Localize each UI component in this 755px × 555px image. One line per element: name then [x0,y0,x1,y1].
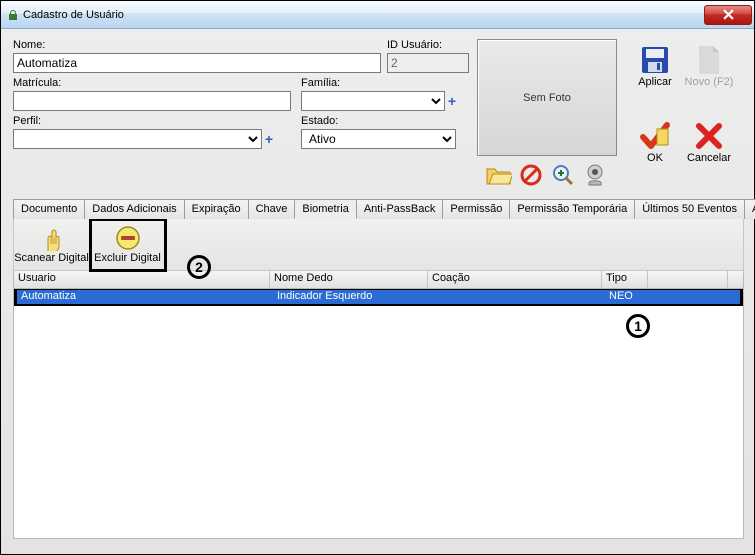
familia-add-icon[interactable]: + [448,93,456,111]
save-icon [639,44,671,76]
tab-documento[interactable]: Documento [13,199,85,219]
cancelar-label: Cancelar [687,152,731,164]
tab-biometria[interactable]: Biometria [294,199,356,219]
novo-label: Novo (F2) [685,76,734,88]
matricula-label: Matrícula: [13,77,291,89]
tab-permiss-o[interactable]: Permissão [442,199,510,219]
ok-icon [639,120,671,152]
right-buttons: Aplicar Novo (F2) OK [629,39,739,188]
novo-button[interactable]: Novo (F2) [683,39,735,93]
finger-scan-icon [39,225,65,251]
delete-label: Excluir Digital [94,252,161,264]
id-label: ID Usuário: [387,39,469,51]
tab-chave[interactable]: Chave [248,199,296,219]
content-area: Nome: ID Usuário: Matrícula: Família: [1,29,754,554]
id-field [387,53,469,73]
photo-area: Sem Foto [477,39,617,188]
table-row[interactable]: AutomatizaIndicador EsquerdoNEO [14,289,743,306]
scan-fingerprint-button[interactable]: Scanear Digital [14,219,90,271]
close-button[interactable] [704,5,752,25]
clear-photo-button[interactable] [517,162,545,188]
grid-header-cell[interactable]: Coação [428,271,602,288]
titlebar: Cadastro de Usuário [1,1,754,29]
tab-anti-passback[interactable]: Anti-PassBack [356,199,444,219]
webcam-button[interactable] [581,162,609,188]
aplicar-button[interactable]: Aplicar [629,39,681,93]
grid-header-cell[interactable]: Usuario [14,271,270,288]
tabs: DocumentoDados AdicionaisExpiraçãoChaveB… [13,198,744,219]
photo-tools [477,162,617,188]
grid-header: UsuarioNome DedoCoaçãoTipo [13,271,744,289]
tab-dados-adicionais[interactable]: Dados Adicionais [84,199,184,219]
tab-permiss-o-tempor-ria[interactable]: Permissão Temporária [509,199,635,219]
cancelar-button[interactable]: Cancelar [683,115,735,169]
minus-circle-icon [115,225,141,251]
estado-label: Estado: [301,115,456,127]
ok-label: OK [647,152,663,164]
photo-placeholder: Sem Foto [477,39,617,156]
matricula-field[interactable] [13,91,291,111]
user-registration-window: Cadastro de Usuário Nome: ID Usuário: [0,0,755,555]
window-title: Cadastro de Usuário [23,9,704,21]
form-left: Nome: ID Usuário: Matrícula: Família: [13,39,469,188]
aplicar-label: Aplicar [638,76,672,88]
nome-field[interactable] [13,53,381,73]
tab-acesso[interactable]: Acesso [744,199,755,219]
grid-header-cell[interactable] [648,271,728,288]
familia-label: Família: [301,77,456,89]
grid-header-cell[interactable]: Nome Dedo [270,271,428,288]
perfil-select[interactable] [13,129,262,149]
biometria-toolbar: Scanear Digital Excluir Digital [13,219,744,271]
nome-label: Nome: [13,39,381,51]
document-icon [693,44,725,76]
scan-label: Scanear Digital [14,252,89,264]
familia-select[interactable] [301,91,445,111]
tab-expira-o[interactable]: Expiração [184,199,249,219]
tab--ltimos-50-eventos[interactable]: Últimos 50 Eventos [634,199,745,219]
lock-icon [7,9,19,21]
perfil-label: Perfil: [13,115,273,127]
zoom-photo-button[interactable] [549,162,577,188]
estado-select[interactable]: Ativo [301,129,456,149]
perfil-add-icon[interactable]: + [265,131,273,149]
grid-body[interactable]: AutomatizaIndicador EsquerdoNEO [13,289,744,539]
open-photo-button[interactable] [485,162,513,188]
grid-header-cell[interactable]: Tipo [602,271,648,288]
delete-fingerprint-button[interactable]: Excluir Digital [90,219,166,271]
ok-button[interactable]: OK [629,115,681,169]
cancel-icon [693,120,725,152]
